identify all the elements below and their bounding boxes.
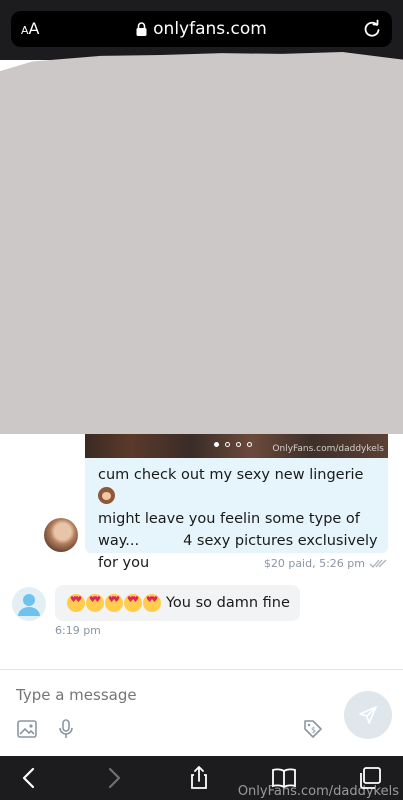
received-message-bubble: You so damn fine [55, 585, 300, 621]
watermark-text: OnlyFans.com/daddykels [237, 784, 399, 799]
sent-message-meta: $20 paid, 5:26 pm [264, 557, 387, 570]
url-display[interactable]: onlyfans.com [11, 11, 392, 47]
price-tag-icon[interactable]: $ [302, 718, 324, 740]
media-preview-image[interactable]: OnlyFans.com/daddykels [85, 434, 388, 458]
price-time-label: $20 paid, 5:26 pm [263, 557, 365, 570]
sender-avatar[interactable] [44, 518, 78, 552]
heart-eyes-emoji-icon [105, 594, 123, 612]
microphone-icon[interactable] [55, 718, 77, 740]
url-text: onlyfans.com [153, 19, 267, 39]
lock-icon [136, 22, 147, 36]
user-avatar[interactable] [12, 587, 46, 621]
reload-icon[interactable] [362, 19, 382, 39]
user-icon [18, 594, 40, 616]
emoji-group [67, 594, 161, 612]
carousel-dot[interactable] [225, 442, 230, 447]
message-line: way... [98, 533, 140, 549]
message-line: 4 sexy pictures exclusively [183, 533, 378, 549]
carousel-dot[interactable] [236, 442, 241, 447]
composer-divider [0, 669, 403, 670]
redacted-region [0, 52, 403, 434]
heart-eyes-emoji-icon [124, 594, 142, 612]
message-input[interactable] [16, 686, 316, 704]
received-message-text: You so damn fine [166, 595, 290, 611]
heart-eyes-emoji-icon [67, 594, 85, 612]
address-bar[interactable]: AA onlyfans.com [11, 11, 392, 47]
double-check-icon [369, 559, 387, 568]
sent-message-bubble: cum check out my sexy new lingerie might… [85, 458, 388, 571]
heart-eyes-emoji-icon [143, 594, 161, 612]
received-message-time: 6:19 pm [55, 624, 101, 637]
carousel-indicator [214, 442, 252, 447]
image-icon[interactable] [16, 718, 38, 740]
browser-top-bar: AA onlyfans.com [0, 0, 403, 60]
share-icon[interactable] [186, 766, 212, 790]
heart-eyes-emoji-icon [86, 594, 104, 612]
message-line: might leave you feelin some type of [98, 511, 360, 527]
message-line: cum check out my sexy new lingerie [98, 467, 364, 483]
forward-icon[interactable] [100, 766, 126, 790]
back-icon[interactable] [17, 766, 43, 790]
send-icon [359, 706, 377, 724]
send-button[interactable] [344, 691, 392, 739]
see-no-evil-monkey-icon [98, 487, 115, 504]
svg-text:$: $ [311, 726, 316, 735]
media-watermark: OnlyFans.com/daddykels [272, 444, 384, 454]
carousel-dot[interactable] [247, 442, 252, 447]
carousel-dot[interactable] [214, 442, 219, 447]
